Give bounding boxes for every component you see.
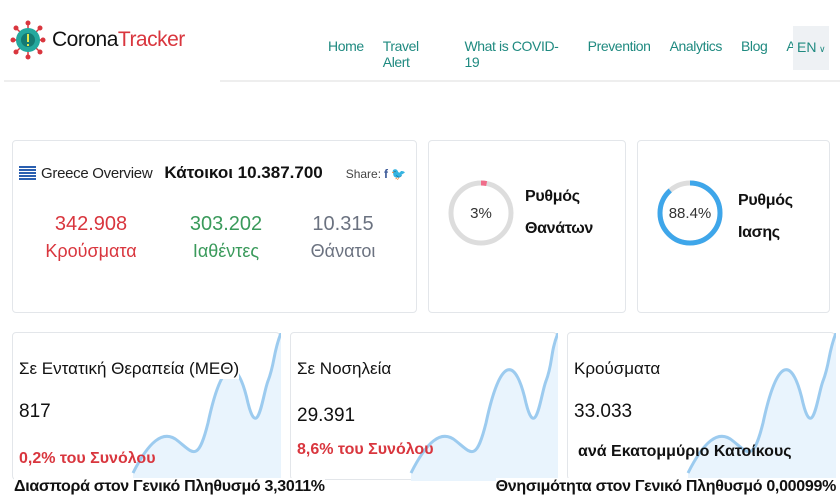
hospitalized-title: Σε Νοσηλεία: [297, 359, 392, 379]
cases-per-million-value: 33.033: [574, 401, 633, 422]
stat-recovered: 303.202 Ιαθέντες: [166, 213, 286, 262]
brand-name-1: Corona: [52, 28, 118, 51]
stat-cases: 342.908 Κρούσματα: [31, 213, 151, 262]
nav-analytics[interactable]: Analytics: [670, 38, 723, 70]
cases-card-title: Κρούσματα: [574, 359, 661, 379]
overview-title: Greece Overview: [41, 164, 153, 182]
hospitalized-percent: 8,6% του Συνόλου: [297, 441, 434, 458]
greece-flag-icon: [19, 166, 36, 180]
cases-per-million-label: ανά Εκατομμύριο Κατοίκους: [578, 443, 792, 460]
brand-name-2: Tracker: [117, 28, 185, 51]
cases-value: 342.908: [54, 213, 128, 235]
hospitalized-card: Σε Νοσηλεία 29.391 8,6% του Συνόλου: [290, 332, 558, 481]
icu-title: Σε Εντατική Θεραπεία (ΜΕΘ): [19, 359, 240, 379]
recovery-rate-label-1: Ρυθμός: [738, 192, 793, 209]
death-rate-card: 3% Ρυθμός Θανάτων: [428, 140, 626, 313]
recovered-value: 303.202: [189, 213, 263, 235]
mortality-in-population: Θνησιμότητα στον Γενικό Πληθυσμό 0,00099…: [495, 478, 836, 496]
death-rate-value: 3%: [470, 205, 492, 222]
recovery-rate-card: 88.4% Ρυθμός Ιασης: [637, 140, 830, 313]
nav-what-is-covid[interactable]: What is COVID-19: [464, 38, 568, 70]
recovery-rate-label-2: Ιασης: [738, 224, 780, 241]
spread-in-population: Διασπορά στον Γενικό Πληθυσμό 3,3011%: [14, 478, 325, 496]
cases-label: Κρούσματα: [45, 241, 137, 261]
icu-card: Σε Εντατική Θεραπεία (ΜΕΘ) 817 0,2% του …: [12, 332, 281, 481]
greece-overview-card: Greece Overview Κάτοικοι 10.387.700 Shar…: [12, 140, 417, 313]
nav-travel-alert[interactable]: Travel Alert: [383, 38, 446, 70]
nav-prevention[interactable]: Prevention: [588, 38, 651, 70]
stat-deaths: 10.315 Θάνατοι: [283, 213, 403, 262]
cases-per-million-card: Κρούσματα 33.033 ανά Εκατομμύριο Κατοίκο…: [567, 332, 836, 481]
death-rate-gauge: 3%: [448, 180, 514, 246]
icu-percent: 0,2% του Συνόλου: [19, 450, 156, 467]
death-rate-label-2: Θανάτων: [525, 220, 594, 237]
share-label: Share:: [345, 167, 382, 181]
language-dropdown[interactable]: EN ∨: [793, 26, 829, 70]
deaths-value: 10.315: [312, 213, 374, 235]
hospitalized-value: 29.391: [297, 405, 356, 426]
deaths-label: Θάνατοι: [310, 241, 376, 261]
population: Κάτοικοι 10.387.700: [164, 163, 323, 182]
nav-home[interactable]: Home: [328, 38, 364, 70]
death-rate-label-1: Ρυθμός: [525, 188, 580, 205]
top-navbar: CoronaTracker Home Travel Alert What is …: [0, 0, 840, 80]
virus-logo-icon: [10, 20, 46, 60]
nav-blog[interactable]: Blog: [741, 38, 768, 70]
language-label: EN: [797, 39, 817, 55]
logo[interactable]: CoronaTracker: [10, 20, 185, 60]
recovery-rate-value: 88.4%: [669, 205, 712, 222]
facebook-icon[interactable]: f: [384, 167, 388, 181]
chevron-down-icon: ∨: [816, 44, 826, 54]
icu-value: 817: [19, 401, 51, 422]
recovery-rate-gauge: 88.4%: [657, 180, 723, 246]
recovered-label: Ιαθέντες: [192, 241, 260, 261]
twitter-icon[interactable]: 🐦: [391, 167, 406, 181]
